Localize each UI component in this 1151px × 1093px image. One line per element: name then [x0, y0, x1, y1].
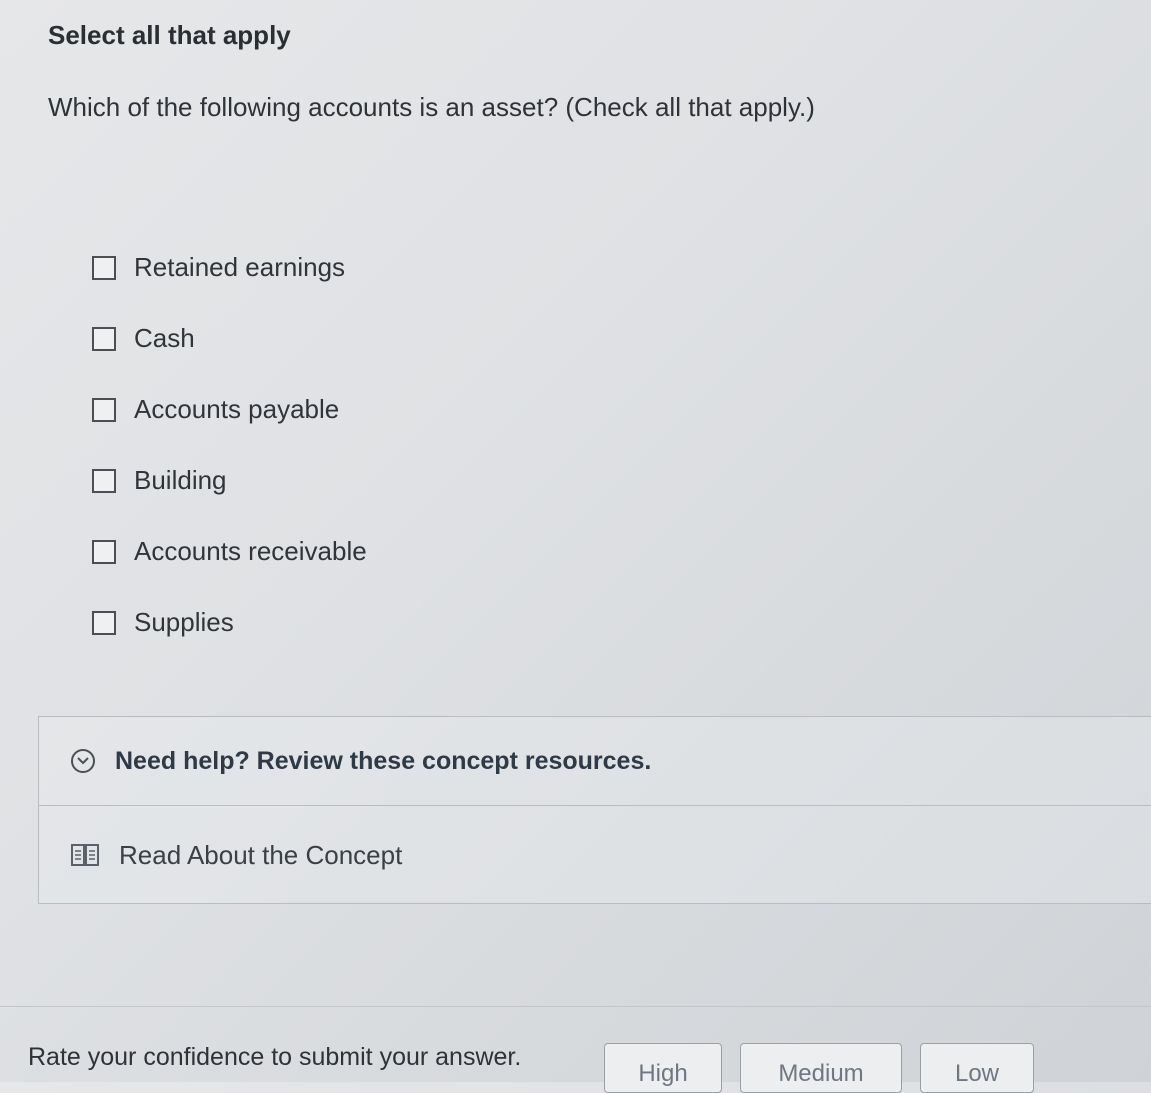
section-divider: [0, 1006, 1151, 1007]
answer-options: Retained earnings Cash Accounts payable …: [92, 232, 367, 658]
option-label: Accounts payable: [134, 394, 340, 424]
checkbox[interactable]: [92, 539, 116, 564]
confidence-low-button[interactable]: Low: [920, 1043, 1034, 1093]
option-label: Cash: [134, 323, 195, 353]
option-retained-earnings[interactable]: Retained earnings: [92, 232, 367, 303]
option-label: Supplies: [134, 607, 234, 637]
option-supplies[interactable]: Supplies: [92, 587, 367, 658]
help-toggle[interactable]: Need help? Review these concept resource…: [39, 717, 1151, 806]
option-accounts-receivable[interactable]: Accounts receivable: [92, 516, 367, 587]
option-label: Accounts receivable: [134, 536, 367, 566]
option-label: Retained earnings: [134, 252, 346, 282]
question-prompt: Which of the following accounts is an as…: [48, 92, 815, 122]
checkbox[interactable]: [92, 468, 116, 493]
confidence-medium-button[interactable]: Medium: [740, 1043, 902, 1093]
checkbox[interactable]: [92, 397, 116, 422]
checkbox[interactable]: [92, 326, 116, 351]
question-heading: Select all that apply: [48, 20, 291, 50]
read-about-concept-link[interactable]: Read About the Concept: [119, 840, 402, 871]
option-cash[interactable]: Cash: [92, 303, 367, 374]
concept-resource-link[interactable]: Read About the Concept: [39, 806, 1151, 904]
confidence-high-button[interactable]: High: [604, 1043, 722, 1093]
help-title: Need help? Review these concept resource…: [115, 746, 652, 775]
help-panel: Need help? Review these concept resource…: [38, 716, 1151, 904]
checkbox[interactable]: [92, 255, 116, 280]
checkbox[interactable]: [92, 610, 116, 635]
option-building[interactable]: Building: [92, 445, 367, 516]
chevron-down-circle-icon[interactable]: [71, 749, 95, 773]
option-label: Building: [134, 465, 227, 495]
option-accounts-payable[interactable]: Accounts payable: [92, 374, 367, 445]
book-icon: [71, 843, 99, 867]
confidence-prompt: Rate your confidence to submit your answ…: [28, 1043, 522, 1071]
